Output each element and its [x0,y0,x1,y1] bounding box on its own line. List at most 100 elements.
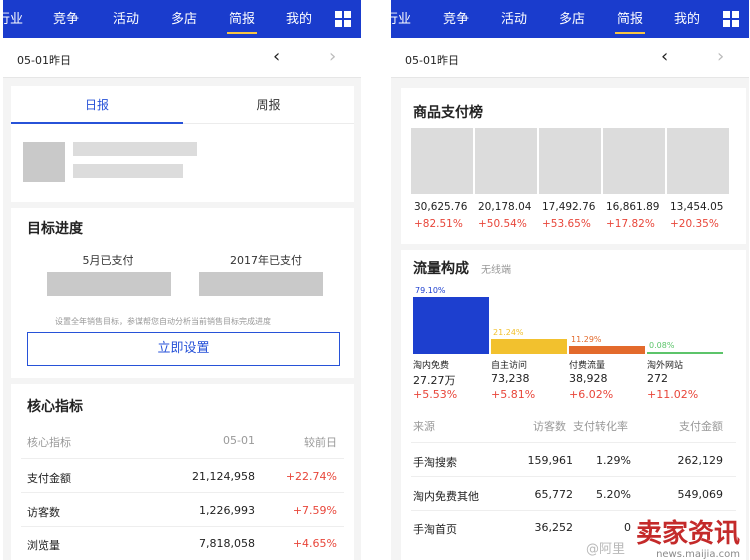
metric-value: 1,226,993 [199,504,255,517]
pay-amount: 549,069 [677,488,724,501]
nav-item-activity[interactable]: 活动 [501,12,527,28]
divider [21,492,344,493]
product-amount: 13,454.05 [670,201,724,213]
col-header-change: 较前日 [304,436,337,449]
product-change: +17.82% [606,218,655,230]
bar-percent-label: 0.08% [649,341,675,350]
metric-name: 浏览量 [27,539,60,552]
metric-change: +22.74% [285,470,337,483]
top-nav: 行业 竞争 活动 多店 简报 我的 [391,0,749,38]
right-phone-screen: 行业 竞争 活动 多店 简报 我的 05-01昨日 ‹ › 商品支付榜 30,6… [391,0,749,560]
metric-value: 7,818,058 [199,537,255,550]
shop-name-redacted [73,142,197,156]
channel-value: 27.27万 [413,374,456,387]
metric-name: 访客数 [27,506,60,519]
product-ranking-card: 商品支付榜 30,625.76 20,178.04 17,492.76 16,8… [401,88,746,244]
source-name: 淘内免费其他 [413,490,479,503]
chevron-right-icon[interactable]: › [329,48,336,66]
traffic-bar[interactable] [413,297,489,354]
col-header-amount: 支付金额 [679,420,723,433]
channel-change: +5.81% [491,388,536,401]
screenshot-stage: 行业 竞争 活动 多店 简报 我的 05-01昨日 ‹ › 日报 周报 目标进度… [0,0,750,560]
grid-menu-icon[interactable] [335,11,351,27]
traffic-bar[interactable] [569,346,645,354]
conversion-rate: 0 [624,521,631,534]
nav-item-mine[interactable]: 我的 [286,12,312,28]
bar-percent-label: 79.10% [415,286,446,295]
divider [411,510,736,511]
nav-item-competition[interactable]: 竞争 [53,12,79,28]
channel-name: 淘内免费 [413,361,450,371]
source-name: 手淘首页 [413,523,457,536]
chevron-left-icon[interactable]: ‹ [273,48,280,66]
metric-name: 支付金额 [27,472,71,485]
top-nav: 行业 竞争 活动 多店 简报 我的 [3,0,361,38]
traffic-subtitle: 无线端 [481,265,511,276]
left-phone-screen: 行业 竞争 活动 多店 简报 我的 05-01昨日 ‹ › 日报 周报 目标进度… [3,0,361,560]
product-amount: 16,861.89 [606,201,660,213]
nav-item-activity[interactable]: 活动 [113,12,139,28]
watermark-brand: 卖家资讯 [635,519,740,549]
visitors: 65,772 [534,488,574,501]
product-change: +50.54% [478,218,527,230]
year-paid-value-redacted [199,272,323,296]
product-amount: 20,178.04 [478,201,532,213]
date-bar: 05-01昨日 ‹ › [391,38,749,78]
nav-item-industry[interactable]: 行业 [3,12,23,28]
date-label: 05-01昨日 [17,54,71,67]
report-card: 日报 周报 [11,86,354,202]
col-header-metric: 核心指标 [27,436,71,449]
month-paid-label: 5月已支付 [82,254,134,267]
tab-daily[interactable]: 日报 [11,86,183,124]
chevron-right-icon[interactable]: › [717,48,724,66]
traffic-bar[interactable] [491,339,567,354]
col-header-date: 05-01 [223,434,255,447]
visitors: 36,252 [534,521,574,534]
divider [411,476,736,477]
pay-amount: 262,129 [677,454,724,467]
shop-avatar [23,142,65,182]
product-image[interactable] [539,128,601,194]
nav-item-competition[interactable]: 竞争 [443,12,469,28]
core-metrics-card: 核心指标 核心指标 05-01 较前日 支付金额 21,124,958 +22.… [11,384,354,560]
channel-value: 272 [647,372,668,385]
metric-change: +4.65% [292,537,337,550]
nav-item-industry[interactable]: 行业 [391,12,411,28]
grid-menu-icon[interactable] [723,11,739,27]
divider [21,526,344,527]
set-goal-button[interactable]: 立即设置 [27,332,340,366]
channel-name: 自主访问 [491,361,528,371]
visitors: 159,961 [527,454,574,467]
divider [411,442,736,443]
nav-item-multistore[interactable]: 多店 [171,12,197,28]
goal-title: 目标进度 [27,221,83,237]
metric-value: 21,124,958 [192,470,255,483]
traffic-bar[interactable] [647,352,723,354]
tab-weekly[interactable]: 周报 [183,86,354,124]
nav-item-briefing[interactable]: 简报 [614,12,646,34]
source-name: 手淘搜索 [413,456,457,469]
channel-value: 73,238 [491,372,530,385]
product-image[interactable] [411,128,473,194]
channel-name: 付费流量 [569,361,606,371]
watermark-prefix: @阿里 [585,542,625,557]
col-header-source: 来源 [413,420,435,433]
product-amount: 17,492.76 [542,201,596,213]
product-change: +82.51% [414,218,463,230]
year-paid-label: 2017年已支付 [230,254,302,267]
chevron-left-icon[interactable]: ‹ [661,48,668,66]
col-header-visitors: 访客数 [533,420,566,433]
metric-change: +7.59% [292,504,337,517]
conversion-rate: 1.29% [596,454,631,467]
nav-item-briefing[interactable]: 简报 [226,12,258,34]
product-image[interactable] [603,128,665,194]
nav-item-multistore[interactable]: 多店 [559,12,585,28]
date-label: 05-01昨日 [405,54,459,67]
nav-item-mine[interactable]: 我的 [674,12,700,28]
product-image[interactable] [475,128,537,194]
conversion-rate: 5.20% [596,488,631,501]
bar-percent-label: 11.29% [571,335,602,344]
product-image[interactable] [667,128,729,194]
channel-change: +6.02% [569,388,614,401]
product-change: +20.35% [670,218,719,230]
